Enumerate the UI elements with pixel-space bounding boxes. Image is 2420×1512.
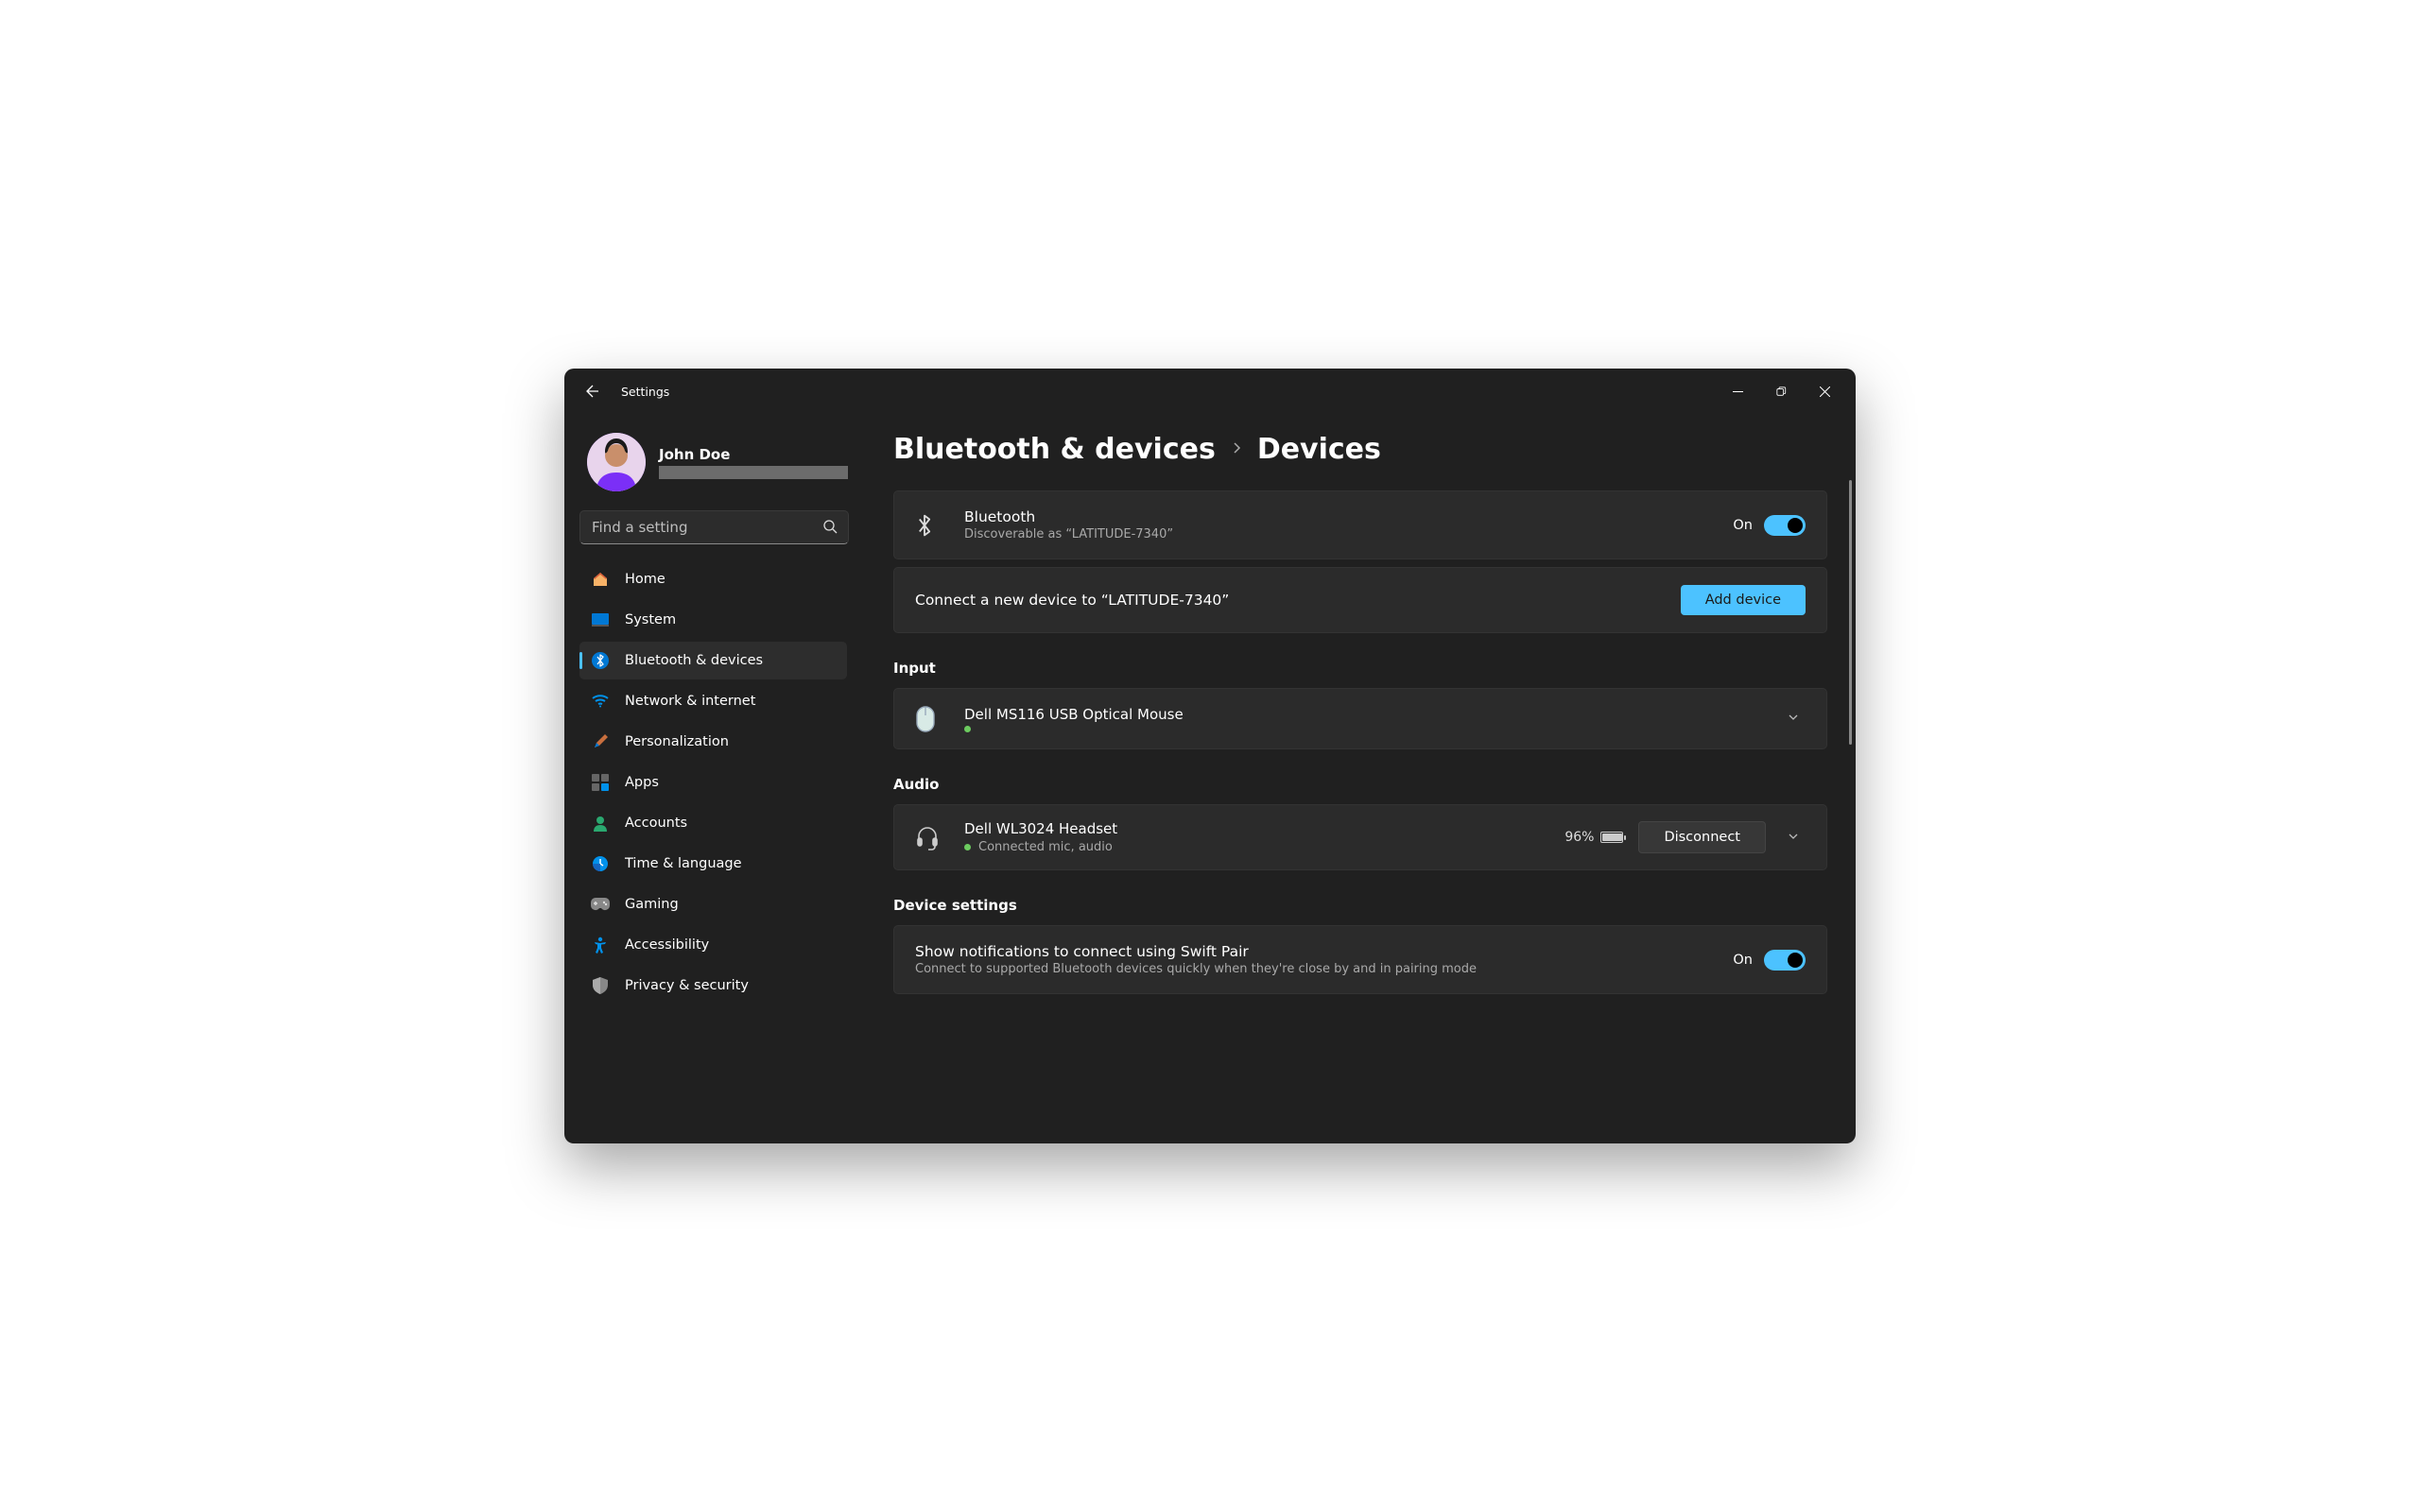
bluetooth-subtitle: Discoverable as “LATITUDE-7340”	[964, 527, 1173, 541]
nav-item-accounts[interactable]: Accounts	[579, 804, 847, 842]
maximize-icon	[1776, 387, 1787, 397]
nav-label: Bluetooth & devices	[625, 653, 763, 668]
expand-button[interactable]	[1781, 704, 1806, 733]
battery-percent: 96%	[1564, 830, 1594, 845]
bluetooth-panel: Bluetooth Discoverable as “LATITUDE-7340…	[893, 490, 1827, 559]
bluetooth-icon	[591, 651, 610, 670]
connect-text: Connect a new device to “LATITUDE-7340”	[915, 592, 1229, 609]
chevron-down-icon	[1787, 711, 1800, 724]
user-name: John Doe	[659, 446, 848, 463]
apps-icon	[591, 773, 610, 792]
nav-label: Apps	[625, 775, 659, 790]
disconnect-button[interactable]: Disconnect	[1638, 821, 1766, 853]
breadcrumb: Bluetooth & devices Devices	[893, 433, 1827, 466]
wifi-icon	[591, 692, 610, 711]
breadcrumb-parent[interactable]: Bluetooth & devices	[893, 433, 1216, 466]
toggle-state: On	[1733, 518, 1753, 533]
nav-label: Network & internet	[625, 694, 755, 709]
minimize-button[interactable]	[1716, 372, 1759, 410]
nav-label: Personalization	[625, 734, 729, 749]
gaming-icon	[591, 895, 610, 914]
switch-on-icon	[1764, 515, 1806, 536]
connect-panel: Connect a new device to “LATITUDE-7340” …	[893, 567, 1827, 633]
user-email-redacted	[659, 466, 848, 479]
swift-pair-title: Show notifications to connect using Swif…	[915, 943, 1477, 960]
back-button[interactable]	[574, 372, 612, 410]
maximize-button[interactable]	[1759, 372, 1803, 410]
nav-label: Privacy & security	[625, 978, 749, 993]
device-name: Dell WL3024 Headset	[964, 820, 1117, 837]
device-status-text: Connected mic, audio	[978, 840, 1113, 854]
add-device-button[interactable]: Add device	[1681, 585, 1806, 615]
search-input[interactable]	[579, 510, 849, 544]
close-icon	[1820, 387, 1830, 397]
system-icon	[591, 610, 610, 629]
window-controls	[1716, 372, 1846, 410]
swift-pair-panel: Show notifications to connect using Swif…	[893, 925, 1827, 994]
avatar	[587, 433, 646, 491]
nav-item-network[interactable]: Network & internet	[579, 682, 847, 720]
expand-button[interactable]	[1781, 823, 1806, 852]
nav-label: Gaming	[625, 897, 679, 912]
nav-item-gaming[interactable]: Gaming	[579, 885, 847, 923]
nav-label: Accounts	[625, 816, 687, 831]
nav-label: Home	[625, 572, 666, 587]
accounts-icon	[591, 814, 610, 833]
home-icon	[591, 570, 610, 589]
nav-item-time[interactable]: Time & language	[579, 845, 847, 883]
nav-label: Time & language	[625, 856, 742, 871]
main-scrollbar[interactable]	[1849, 480, 1852, 745]
status-dot-icon	[964, 844, 971, 850]
bluetooth-toggle[interactable]: On	[1733, 515, 1806, 536]
mouse-icon	[915, 705, 940, 733]
section-audio-heading: Audio	[893, 776, 1827, 793]
search-icon	[822, 519, 838, 538]
main-content: Bluetooth & devices Devices Bluetooth Di…	[857, 414, 1856, 1143]
chevron-down-icon	[1787, 830, 1800, 843]
nav: Home System Bluetooth & devices Network …	[579, 558, 853, 1134]
section-settings-heading: Device settings	[893, 897, 1827, 914]
toggle-state: On	[1733, 953, 1753, 968]
close-button[interactable]	[1803, 372, 1846, 410]
chevron-right-icon	[1229, 440, 1244, 459]
breadcrumb-current: Devices	[1257, 433, 1381, 466]
device-row-headset[interactable]: Dell WL3024 Headset Connected mic, audio…	[893, 804, 1827, 870]
nav-item-personalization[interactable]: Personalization	[579, 723, 847, 761]
nav-item-privacy[interactable]: Privacy & security	[579, 967, 847, 1005]
sidebar: John Doe Home System	[564, 414, 857, 1143]
nav-item-accessibility[interactable]: Accessibility	[579, 926, 847, 964]
nav-label: Accessibility	[625, 937, 709, 953]
section-input-heading: Input	[893, 660, 1827, 677]
search-container	[579, 510, 849, 544]
status-dot-icon	[964, 726, 971, 732]
headset-icon	[915, 824, 940, 850]
nav-label: System	[625, 612, 676, 627]
profile[interactable]: John Doe	[579, 423, 853, 508]
battery-indicator: 96%	[1564, 830, 1623, 845]
device-row-mouse[interactable]: Dell MS116 USB Optical Mouse	[893, 688, 1827, 749]
bluetooth-icon	[915, 513, 940, 538]
nav-item-system[interactable]: System	[579, 601, 847, 639]
clock-icon	[591, 854, 610, 873]
nav-item-bluetooth[interactable]: Bluetooth & devices	[579, 642, 847, 679]
switch-on-icon	[1764, 950, 1806, 971]
settings-window: Settings John Doe	[564, 369, 1856, 1143]
shield-icon	[591, 976, 610, 995]
app-title: Settings	[621, 385, 669, 399]
device-name: Dell MS116 USB Optical Mouse	[964, 706, 1184, 723]
swift-pair-subtitle: Connect to supported Bluetooth devices q…	[915, 962, 1477, 976]
arrow-left-icon	[585, 384, 600, 399]
bluetooth-title: Bluetooth	[964, 508, 1173, 525]
brush-icon	[591, 732, 610, 751]
swift-pair-toggle[interactable]: On	[1733, 950, 1806, 971]
minimize-icon	[1733, 387, 1743, 397]
titlebar: Settings	[564, 369, 1856, 414]
battery-icon	[1600, 832, 1623, 843]
accessibility-icon	[591, 936, 610, 954]
nav-item-apps[interactable]: Apps	[579, 764, 847, 801]
nav-item-home[interactable]: Home	[579, 560, 847, 598]
